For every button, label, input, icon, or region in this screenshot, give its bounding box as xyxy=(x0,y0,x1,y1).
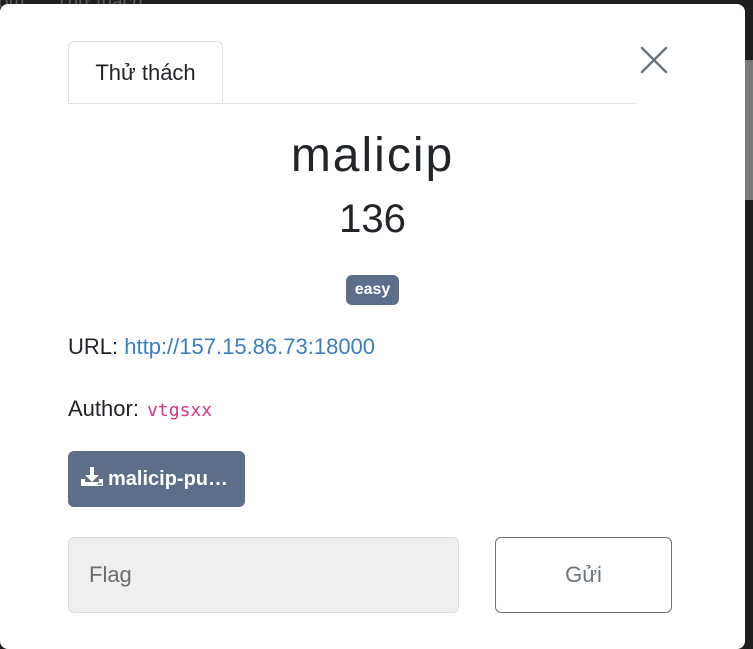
difficulty-badge-wrap: easy xyxy=(0,275,745,305)
url-line: URL: http://157.15.86.73:18000 xyxy=(68,334,375,360)
challenge-modal: Thử thách malicip 136 easy URL: http://1… xyxy=(0,4,745,649)
modal-tabs: Thử thách xyxy=(68,41,636,104)
challenge-title: malicip xyxy=(290,129,455,182)
url-label: URL: xyxy=(68,334,119,359)
download-label: malicip-pu… xyxy=(108,468,229,490)
author-line: Author: vtgsxx xyxy=(68,396,212,422)
flag-input[interactable] xyxy=(68,537,459,613)
url-link[interactable]: http://157.15.86.73:18000 xyxy=(124,334,375,359)
download-file-button[interactable]: malicip-pu… xyxy=(68,451,245,507)
author-name: vtgsxx xyxy=(147,400,213,421)
page-scrollbar[interactable] xyxy=(744,60,753,200)
author-label: Author: xyxy=(68,396,139,421)
close-icon[interactable] xyxy=(636,42,672,78)
download-icon xyxy=(81,467,103,486)
submit-button[interactable]: Gửi xyxy=(495,537,672,613)
close-button[interactable] xyxy=(636,42,672,78)
tab-challenge[interactable]: Thử thách xyxy=(68,41,223,102)
challenge-points: 136 xyxy=(339,197,406,241)
difficulty-badge: easy xyxy=(345,275,400,305)
